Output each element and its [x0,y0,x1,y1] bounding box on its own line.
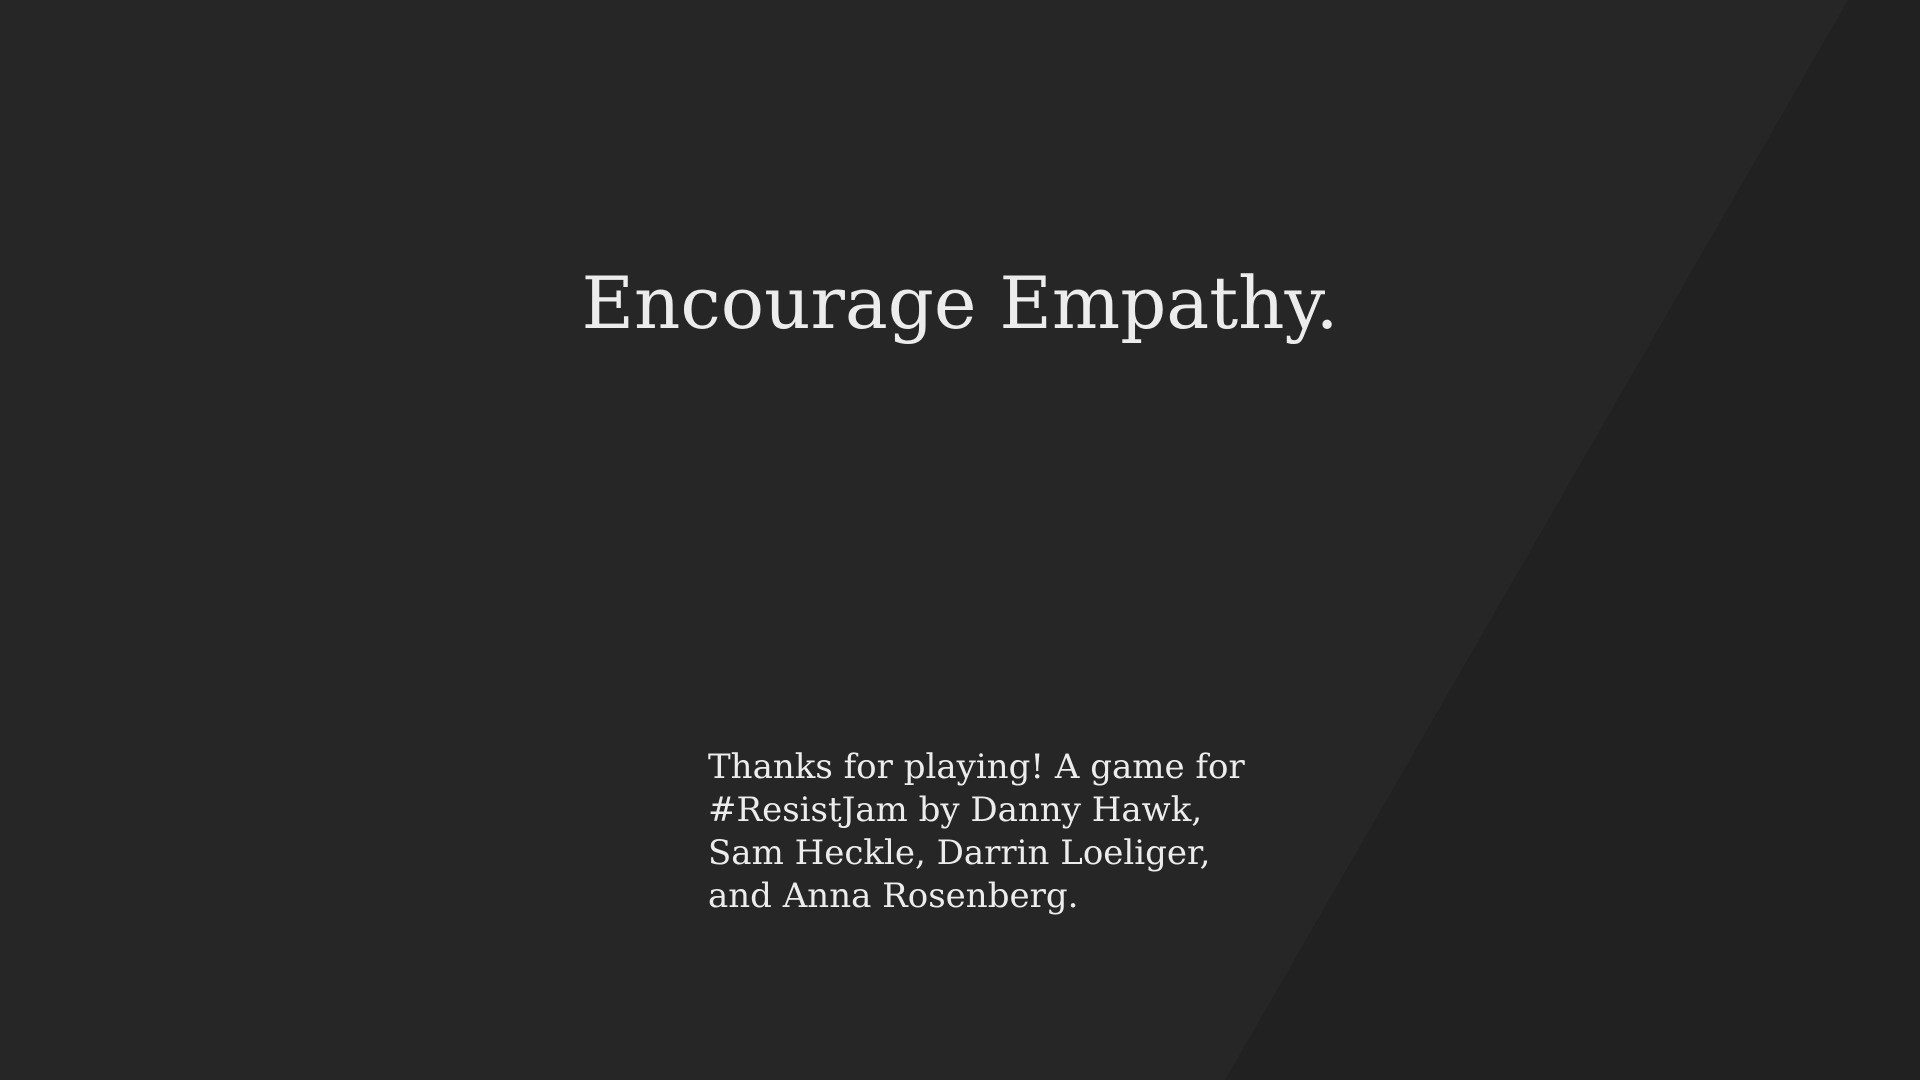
credits-line: #ResistJam by Danny Hawk, [708,790,1203,830]
end-screen: Encourage Empathy. Thanks for playing! A… [0,0,1920,1080]
diagonal-shade [1225,0,1920,1080]
page-title: Encourage Empathy. [581,261,1339,345]
credits-line: Sam Heckle, Darrin Loeliger, [708,833,1211,873]
credits-line: Thanks for playing! A game for [708,747,1245,787]
credits-text: Thanks for playing! A game for #ResistJa… [708,746,1268,918]
credits-line: and Anna Rosenberg. [708,876,1079,916]
